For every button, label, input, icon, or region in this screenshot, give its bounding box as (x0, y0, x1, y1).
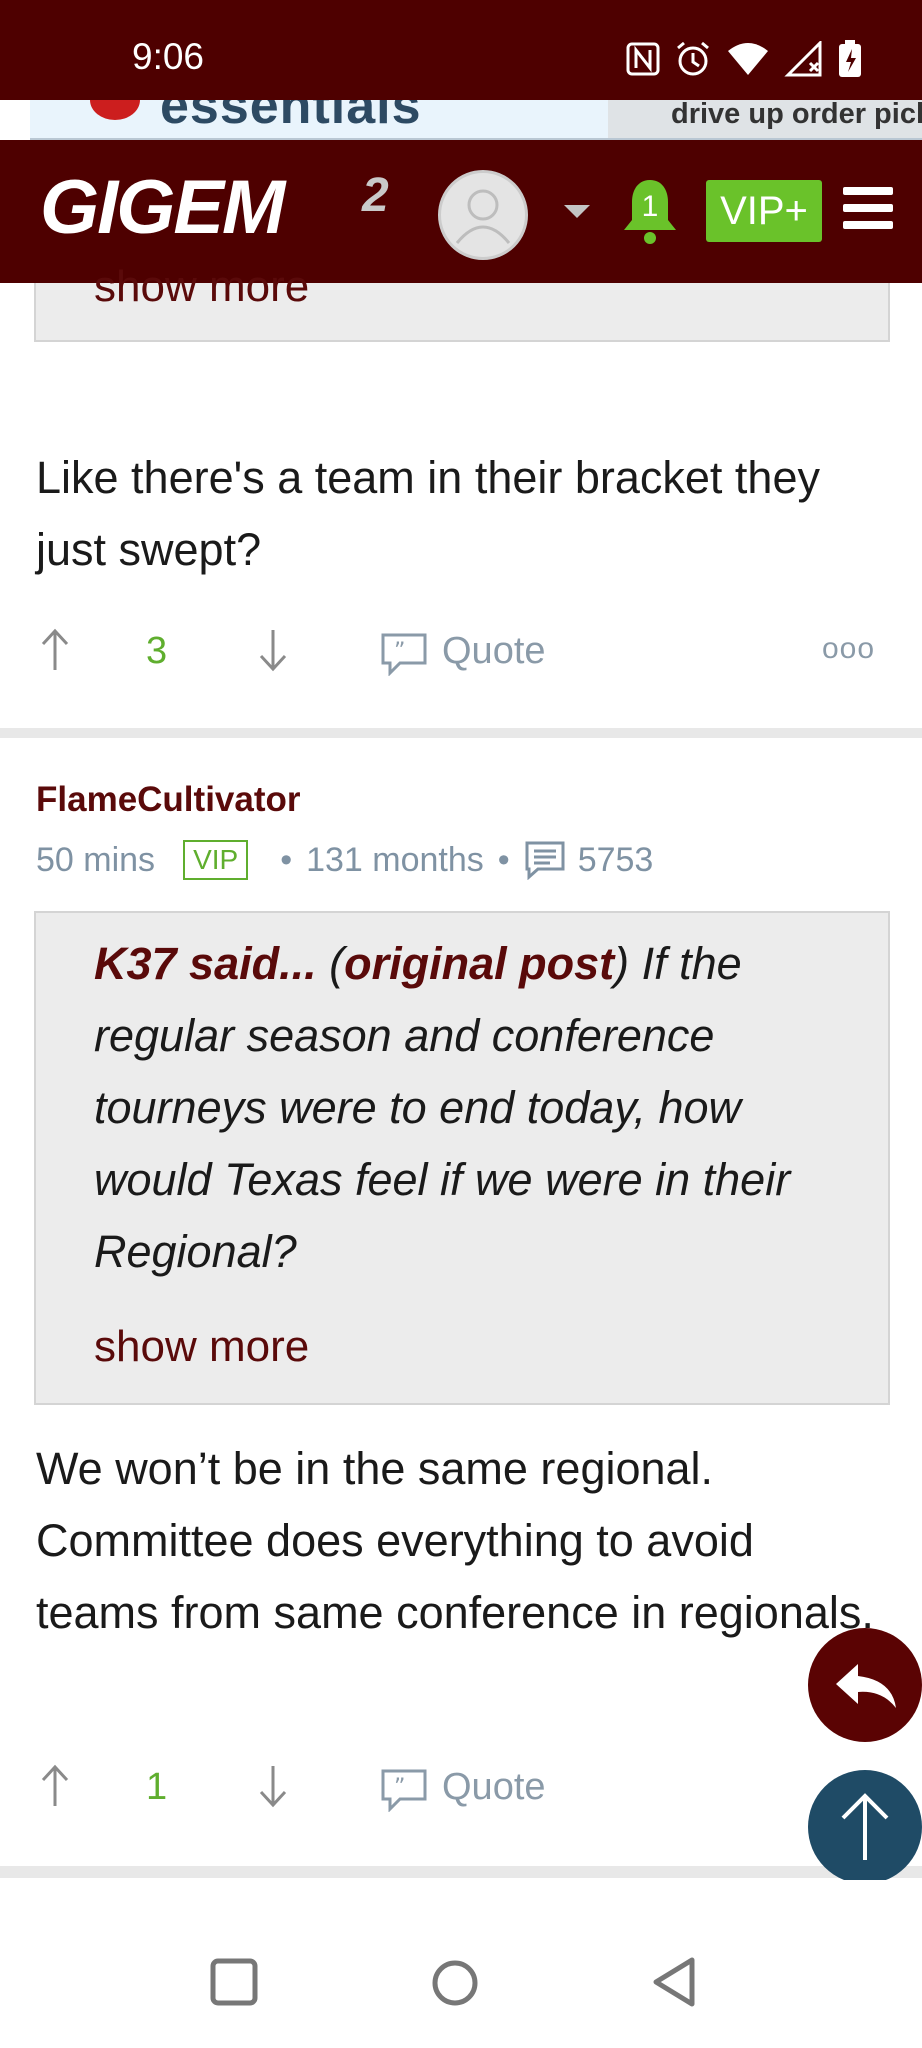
more-options-button[interactable]: ooo (822, 632, 875, 666)
wifi-icon (728, 43, 768, 75)
vip-badge: VIP (183, 840, 249, 880)
site-logo[interactable]: GIGEM (40, 164, 285, 251)
post-time: 50 mins (36, 840, 156, 879)
quote-icon[interactable]: ” (380, 632, 428, 676)
vote-count: 3 (146, 630, 168, 672)
reply-icon (836, 1664, 896, 1708)
post-actions: 1 ” Quote (36, 1758, 886, 1818)
upvote-icon[interactable] (40, 628, 70, 672)
svg-text:”: ” (394, 1775, 405, 1800)
downvote-icon[interactable] (258, 1764, 288, 1808)
quote-close-paren: ) (614, 938, 630, 989)
system-navigation-bar (0, 1880, 922, 2048)
post-body: We won’t be in the same regional. Commit… (36, 1443, 874, 1638)
svg-text:”: ” (394, 639, 405, 664)
post-author[interactable]: FlameCultivator (36, 780, 301, 820)
ad-logo (90, 100, 140, 120)
show-more-link[interactable]: show more (94, 1322, 309, 1372)
battery-icon (839, 40, 861, 77)
scroll-to-top-button[interactable] (808, 1770, 922, 1884)
ad-banner[interactable]: essentials drive up order pickup (30, 100, 922, 141)
signal-icon (784, 41, 822, 77)
quote-author[interactable]: K37 said... (94, 938, 317, 989)
quoted-text: K37 said... (original post) If the regul… (94, 928, 834, 1288)
post-meta: 50 mins VIP • 131 months • 5753 (36, 840, 653, 880)
post-divider (0, 728, 922, 738)
show-more-link[interactable]: show more (94, 262, 309, 312)
downvote-icon[interactable] (258, 628, 288, 672)
status-icons (626, 40, 862, 78)
ad-right-text: drive up order pickup (671, 100, 922, 130)
home-icon[interactable] (430, 1958, 480, 2008)
alarm-icon (677, 41, 709, 76)
notification-bell[interactable]: 1 (620, 176, 680, 251)
member-tenure: 131 months (306, 840, 484, 879)
quote-button[interactable]: Quote (442, 1766, 546, 1809)
post-actions: 3 ” Quote ooo (36, 622, 886, 682)
post-count: 5753 (577, 840, 654, 879)
vote-count: 1 (146, 1766, 168, 1808)
quote-icon[interactable]: ” (380, 1768, 428, 1812)
site-logo-superscript: 2 (362, 169, 389, 222)
account-dropdown-caret[interactable] (564, 205, 590, 218)
user-avatar[interactable] (438, 170, 528, 260)
notification-count: 1 (641, 190, 659, 223)
quote-open-paren: ( (329, 938, 345, 989)
post-body: Like there's a team in their bracket the… (36, 452, 820, 575)
upvote-icon[interactable] (40, 1764, 70, 1808)
recent-apps-icon[interactable] (210, 1958, 258, 2006)
user-icon (455, 189, 511, 244)
vip-button[interactable]: VIP+ (706, 180, 822, 242)
menu-icon[interactable] (843, 187, 893, 238)
post-divider (0, 1866, 922, 1878)
status-time: 9:06 (132, 36, 205, 77)
ad-left-text: essentials (160, 100, 422, 135)
posts-icon (525, 841, 565, 880)
quote-button[interactable]: Quote (442, 630, 546, 673)
meta-separator: • (280, 840, 293, 879)
original-post-link[interactable]: original post (344, 938, 614, 989)
reply-button[interactable] (808, 1628, 922, 1742)
nfc-icon (626, 42, 660, 76)
meta-separator: • (497, 840, 510, 879)
arrow-up-icon (841, 1793, 889, 1860)
back-icon[interactable] (650, 1956, 698, 2008)
